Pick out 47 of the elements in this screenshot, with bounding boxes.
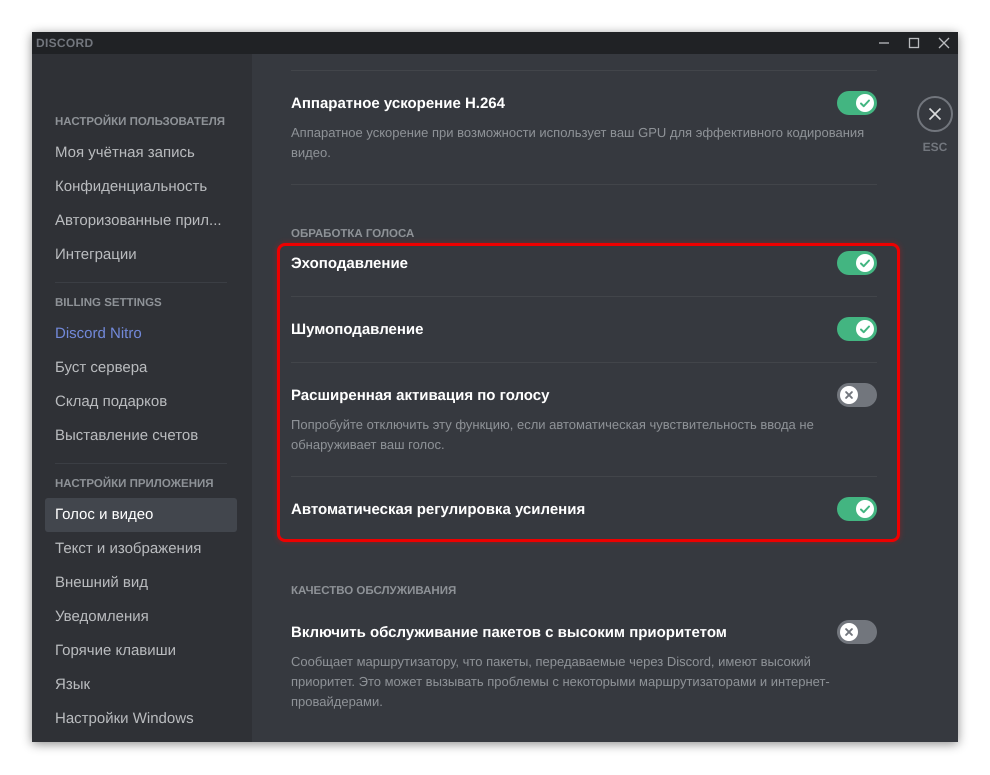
check-icon [859,97,871,109]
cross-icon [844,390,854,400]
sidebar-item[interactable]: Авторизованные прил... [45,204,237,238]
sidebar-header: НАСТРОЙКИ ПОЛЬЗОВАТЕЛЯ [54,114,226,130]
check-icon [859,503,871,515]
setting-title: Эхоподавление [291,254,408,272]
toggle-switch[interactable] [837,91,877,115]
setting-description: Аппаратное ускорение при возможности использует ваш GPU для эффективного кодирования видео. [291,124,866,162]
setting-title: Автоматическая регулировка усиления [291,500,586,518]
toggle-switch[interactable] [837,497,877,521]
app-logo: DISCORD [36,36,94,50]
sidebar-header: BILLING SETTINGS [54,296,163,311]
section-header: ОБРАБОТКА ГОЛОСА [291,227,416,241]
sidebar-item[interactable]: Выставление счетов [45,419,237,453]
setting-title: Шумоподавление [291,320,424,338]
setting-description: Сообщает маршрутизатору, что пакеты, передаваемые через Discord, имеют высокий приоритет. Это может вызывать проблемы с некоторыми маршрутизаторами и интернет-провайдерами. [291,653,831,711]
toggle-switch[interactable] [837,251,877,275]
check-icon [859,323,871,335]
maximize-icon[interactable] [908,37,920,49]
toggle-switch[interactable] [837,383,877,407]
sidebar-item[interactable]: Горячие клавиши [45,634,237,668]
toggle-switch[interactable] [837,317,877,341]
cross-icon [844,627,854,637]
sidebar-item[interactable]: Текст и изображения [45,532,237,566]
sidebar-item[interactable]: Уведомления [45,600,237,634]
sidebar-item[interactable]: Буст сервера [45,351,237,385]
setting-title: Расширенная активация по голосу [291,386,550,404]
sidebar-item[interactable]: Голос и видео [45,498,237,532]
sidebar-item[interactable]: Настройки Windows [45,702,237,736]
esc-label: ESC [922,140,948,154]
close-icon [928,107,942,121]
check-icon [859,257,871,269]
toggle-switch[interactable] [837,620,877,644]
setting-title: Включить обслуживание пакетов с высоким приоритетом [291,624,727,640]
close-button[interactable] [917,96,953,132]
section-header: КАЧЕСТВО ОБСЛУЖИВАНИЯ [291,584,458,598]
setting-description: Попробуйте отключить эту функцию, если автоматическая чувствительность ввода не обнаруживает ваш голос. [291,416,815,454]
sidebar-item[interactable]: Внешний вид [45,566,237,600]
sidebar-item[interactable]: Discord Nitro [45,317,237,351]
sidebar-item[interactable]: Склад подарков [45,385,237,419]
sidebar-item[interactable]: Моя учётная запись [45,136,237,170]
close-icon[interactable] [938,37,950,49]
setting-title: Аппаратное ускорение H.264 [291,94,505,112]
sidebar-item[interactable]: Интеграции [45,238,237,272]
sidebar-item[interactable]: Язык [45,668,237,702]
sidebar-header: НАСТРОЙКИ ПРИЛОЖЕНИЯ [54,476,215,492]
sidebar-item[interactable]: Конфиденциальность [45,170,237,204]
